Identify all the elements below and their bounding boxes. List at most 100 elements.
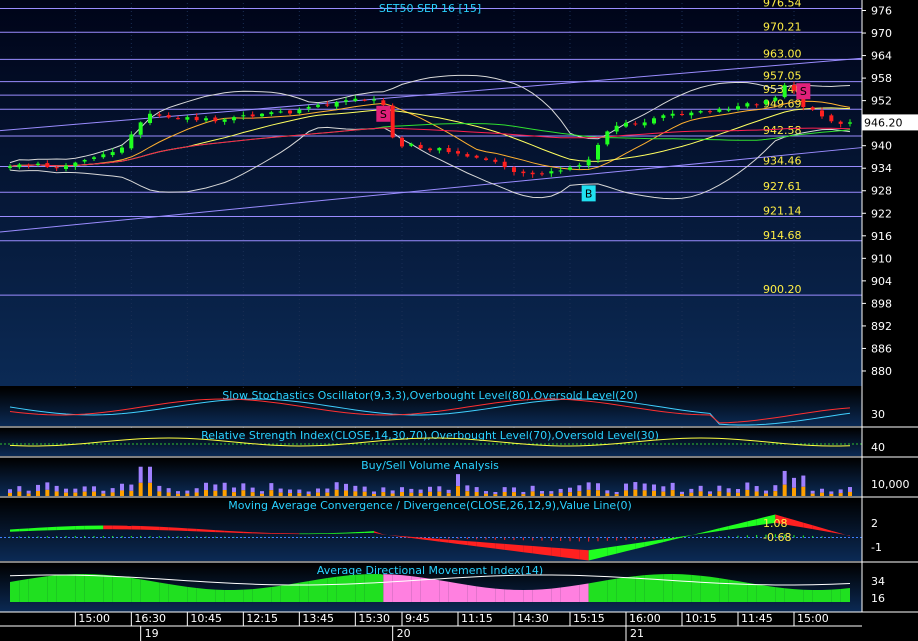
candle[interactable] <box>390 103 395 139</box>
panel-title: Moving Average Convergence / Divergence(… <box>228 499 632 512</box>
volume-buy-bar <box>549 493 554 496</box>
candle-body <box>633 123 638 125</box>
macd-area <box>504 543 514 552</box>
adx-area <box>654 574 664 602</box>
volume-sell-bar <box>736 489 740 493</box>
volume-sell-bar <box>64 488 68 493</box>
chart-canvas[interactable]: 976.54970.21963.00957.05953.46949.69942.… <box>0 0 918 641</box>
candle-body <box>26 164 31 166</box>
x-tick-label: 12:15 <box>246 612 278 625</box>
adx-area <box>402 575 412 602</box>
candle[interactable] <box>400 136 404 149</box>
x-tick-label: 15:00 <box>78 612 110 625</box>
y-tick-label: 898 <box>871 297 892 310</box>
adx-area <box>458 583 468 602</box>
volume-buy-bar <box>838 493 843 496</box>
volume-buy-bar <box>428 491 432 496</box>
volume-sell-bar <box>17 486 22 492</box>
x-tick-label: 10:15 <box>685 612 717 625</box>
macd-area <box>542 546 552 556</box>
signal-value: -0.68 <box>763 531 791 544</box>
level-label: 963.00 <box>763 47 802 60</box>
volume-buy-bar <box>829 493 834 496</box>
candle-body <box>36 163 40 166</box>
adx-area <box>560 586 570 602</box>
macd-area <box>112 525 122 530</box>
x-tick-label: 15:15 <box>573 612 605 625</box>
adx-area <box>775 587 785 602</box>
candle-body <box>306 107 311 109</box>
candle[interactable] <box>605 130 610 147</box>
volume-sell-bar <box>661 486 666 492</box>
axis-label: 2 <box>871 517 878 530</box>
volume-sell-bar <box>418 489 423 494</box>
axis-label: -1 <box>871 541 882 554</box>
axis-label: 40 <box>871 441 885 454</box>
candle-body <box>717 108 722 112</box>
volume-buy-bar <box>297 493 302 496</box>
y-tick-label: 928 <box>871 185 892 198</box>
adx-area <box>831 588 841 602</box>
macd-area <box>38 527 48 531</box>
volume-sell-bar <box>754 486 759 492</box>
volume-buy-bar <box>250 492 255 496</box>
volume-buy-bar <box>185 493 190 496</box>
adx-area <box>215 589 225 602</box>
sell-signal[interactable]: S <box>376 105 391 122</box>
volume-sell-bar <box>73 488 78 493</box>
adx-area <box>252 588 262 602</box>
volume-buy-bar <box>792 487 796 496</box>
macd-area <box>28 527 38 531</box>
volume-sell-bar <box>493 491 498 495</box>
candle-body <box>204 118 208 121</box>
candle[interactable] <box>782 83 787 99</box>
adx-area <box>103 574 113 602</box>
volume-buy-bar <box>176 493 180 496</box>
volume-buy-bar <box>661 491 666 496</box>
macd-area <box>75 525 85 530</box>
volume-sell-bar <box>698 485 703 492</box>
buy-signal[interactable]: B <box>581 185 596 202</box>
volume-sell-bar <box>204 482 208 491</box>
adx-area <box>812 589 822 602</box>
adx-area <box>224 589 234 602</box>
volume-sell-bar <box>484 491 488 494</box>
volume-buy-bar <box>148 482 152 496</box>
candle-body <box>474 155 479 158</box>
adx-area <box>532 589 542 602</box>
adx-area <box>364 574 374 602</box>
volume-sell-bar <box>26 490 31 494</box>
candle-body <box>269 112 274 115</box>
adx-area <box>140 579 150 602</box>
volume-buy-bar <box>577 491 582 496</box>
adx-area <box>607 578 617 602</box>
candle-body <box>278 111 283 113</box>
volume-sell-bar <box>549 491 554 494</box>
volume-sell-bar <box>82 486 87 492</box>
candle-body <box>540 173 544 175</box>
macd-area <box>150 526 160 531</box>
adx-area <box>271 585 281 602</box>
volume-sell-bar <box>512 487 516 493</box>
volume-buy-bar <box>194 492 199 496</box>
adx-area <box>355 574 365 602</box>
candle-body <box>502 161 507 168</box>
volume-sell-bar <box>45 482 50 490</box>
candle-body <box>297 109 302 114</box>
panel-stoch: Slow Stochastics Oscillator(9,3,3),Overb… <box>0 388 918 428</box>
adx-area <box>467 584 477 602</box>
day-label: 20 <box>397 627 411 640</box>
sell-signal[interactable]: S <box>796 83 811 100</box>
candle-body <box>736 106 740 110</box>
volume-buy-bar <box>325 492 330 496</box>
volume-sell-bar <box>325 488 330 493</box>
y-tick-label: 964 <box>871 50 892 63</box>
adx-area <box>747 582 757 602</box>
candle-body <box>456 151 460 154</box>
volume-buy-bar <box>64 492 68 496</box>
adx-area <box>710 576 720 602</box>
adx-area <box>308 579 318 602</box>
volume-sell-bar <box>110 488 115 493</box>
volume-buy-bar <box>54 491 59 496</box>
adx-area <box>38 576 48 602</box>
